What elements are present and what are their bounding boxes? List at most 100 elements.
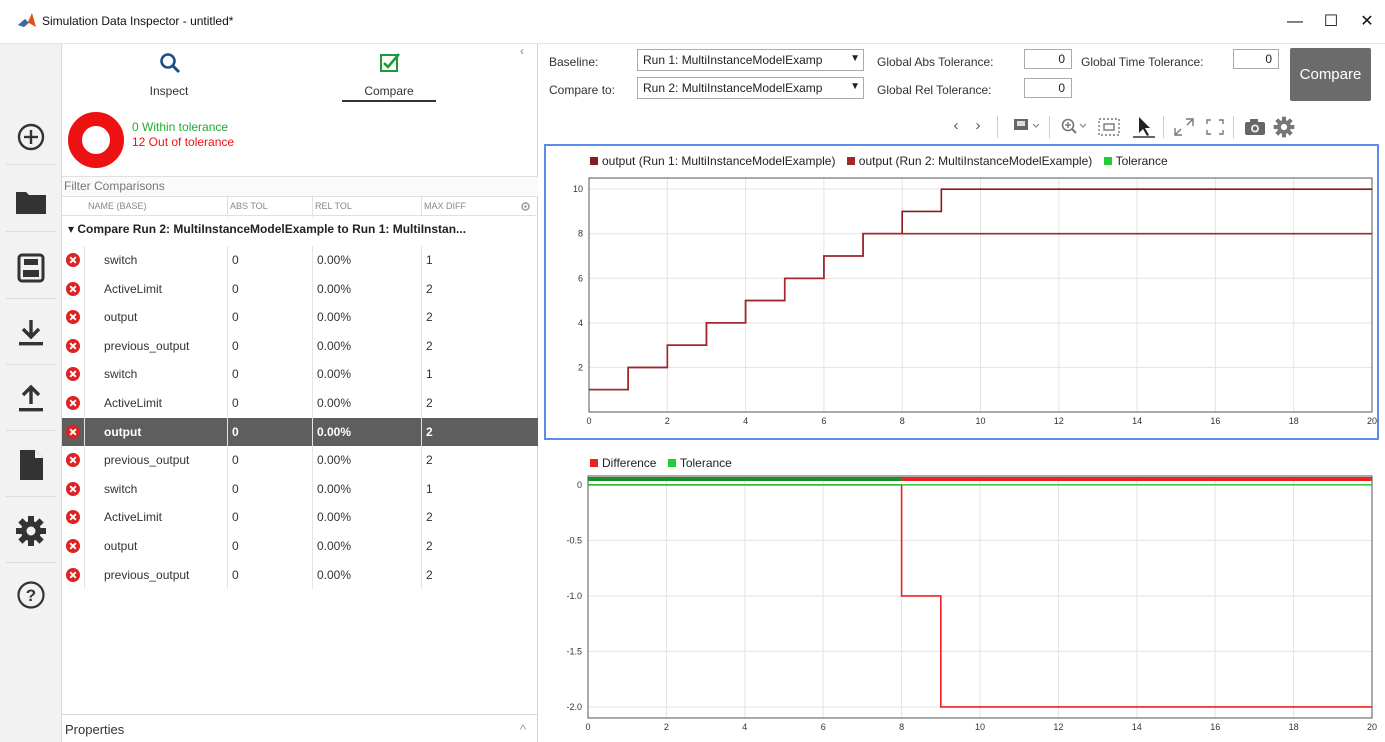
x-tick-label: 6 xyxy=(821,722,826,732)
column-name[interactable]: NAME (BASE) xyxy=(88,201,147,211)
max-diff-value: 2 xyxy=(426,424,433,439)
x-tick-label: 0 xyxy=(585,722,590,732)
zoom-icon[interactable] xyxy=(1059,117,1089,135)
signal-name: previous_output xyxy=(104,567,190,582)
error-status-icon xyxy=(66,453,80,468)
signal-name: output xyxy=(104,424,142,439)
time-tolerance-input[interactable]: 0 xyxy=(1233,49,1279,69)
fit-to-view-icon[interactable] xyxy=(1095,116,1123,138)
table-row[interactable]: previous_output 0 0.00% 2 xyxy=(62,560,538,590)
settings-button[interactable] xyxy=(8,508,54,554)
open-button[interactable] xyxy=(8,179,54,225)
y-tick-label: -0.5 xyxy=(566,535,582,545)
rel-tol-value: 0.00% xyxy=(317,453,352,468)
help-button[interactable]: ? xyxy=(8,572,54,618)
baseline-dropdown[interactable]: Run 1: MultiInstanceModelExamp ▼ xyxy=(637,49,864,71)
tab-compare[interactable]: Compare xyxy=(334,44,444,104)
rel-tol-value: 0.00% xyxy=(317,367,352,382)
settings-icon[interactable] xyxy=(1273,116,1295,138)
table-row[interactable]: switch 0 0.00% 1 xyxy=(62,246,538,275)
rel-tol-value: 0.00% xyxy=(317,538,352,553)
x-tick-label: 4 xyxy=(742,722,747,732)
abs-tol-value: 0 xyxy=(232,567,239,582)
signal-name: previous_output xyxy=(104,453,190,468)
table-row[interactable]: ActiveLimit 0 0.00% 2 xyxy=(62,388,538,418)
abs-tol-value: 0 xyxy=(232,338,239,353)
next-button[interactable]: › xyxy=(969,114,987,138)
camera-icon[interactable] xyxy=(1243,116,1267,138)
rel-tol-value: 0.00% xyxy=(317,510,352,525)
plot-toolbar: ‹ › xyxy=(939,114,1385,140)
mode-tabs: Inspect Compare ‹ xyxy=(62,44,538,106)
rel-tolerance-input[interactable]: 0 xyxy=(1024,78,1072,98)
max-diff-value: 1 xyxy=(426,481,433,496)
y-tick-label: 0 xyxy=(577,480,582,490)
table-row[interactable]: output 0 0.00% 2 xyxy=(62,303,538,332)
search-icon xyxy=(160,53,181,74)
save-icon xyxy=(17,253,45,283)
rel-tol-value: 0.00% xyxy=(317,253,352,267)
compare-to-dropdown[interactable]: Run 2: MultiInstanceModelExamp ▼ xyxy=(637,77,864,99)
abs-tol-value: 0 xyxy=(232,395,239,410)
max-diff-value: 2 xyxy=(426,338,433,353)
rel-tol-value: 0.00% xyxy=(317,281,352,296)
close-button[interactable]: ✕ xyxy=(1352,10,1382,34)
table-row[interactable]: ActiveLimit 0 0.00% 2 xyxy=(62,274,538,304)
signal-plot[interactable]: output (Run 1: MultiInstanceModelExample… xyxy=(544,144,1379,440)
difference-plot[interactable]: Difference Tolerance 0 2 4 6 8 10 12 14 16 18 20 0-… xyxy=(544,448,1379,742)
error-status-icon xyxy=(66,310,80,325)
properties-panel-header[interactable]: Properties ^ xyxy=(62,714,538,742)
title-bar: Simulation Data Inspector - untitled* — … xyxy=(0,0,1385,44)
abs-tolerance-input[interactable]: 0 xyxy=(1024,49,1072,69)
column-rel-tol[interactable]: REL TOL xyxy=(315,201,352,211)
x-tick-label: 12 xyxy=(1054,416,1064,426)
cursor-icon[interactable] xyxy=(1131,115,1157,139)
save-button[interactable] xyxy=(8,245,54,291)
layout-icon[interactable] xyxy=(1011,117,1041,135)
column-settings-icon[interactable] xyxy=(520,201,531,212)
x-tick-label: 4 xyxy=(743,416,748,426)
table-row[interactable]: output 0 0.00% 2 xyxy=(62,531,538,561)
comparison-pane: Inspect Compare ‹ 0 Within tolerance 12 … xyxy=(62,44,538,742)
error-status-icon xyxy=(66,538,80,553)
collapse-pane-button[interactable]: ‹ xyxy=(520,44,524,58)
comparison-group-header[interactable]: ▾ Compare Run 2: MultiInstanceModelExamp… xyxy=(62,216,538,242)
compare-button[interactable]: Compare xyxy=(1290,48,1371,101)
rel-tol-value: 0.00% xyxy=(317,395,352,410)
checkbox-check-icon xyxy=(380,53,400,72)
table-row[interactable]: output 0 0.00% 2 xyxy=(62,417,538,447)
expand-icon[interactable] xyxy=(1171,116,1197,138)
table-row[interactable]: switch 0 0.00% 1 xyxy=(62,360,538,389)
y-tick-label: 10 xyxy=(573,184,583,194)
expand-properties-icon[interactable]: ^ xyxy=(520,722,526,737)
report-button[interactable] xyxy=(8,442,54,488)
x-tick-label: 0 xyxy=(586,416,591,426)
table-row[interactable]: switch 0 0.00% 1 xyxy=(62,474,538,504)
abs-tol-value: 0 xyxy=(232,253,239,267)
rel-tol-value: 0.00% xyxy=(317,338,352,353)
x-tick-label: 6 xyxy=(821,416,826,426)
maximize-button[interactable]: ☐ xyxy=(1316,10,1346,34)
signal-name: switch xyxy=(104,481,138,496)
table-row[interactable]: previous_output 0 0.00% 2 xyxy=(62,446,538,475)
y-tick-label: 4 xyxy=(578,318,583,328)
import-button[interactable] xyxy=(8,310,54,356)
new-button[interactable] xyxy=(8,114,54,160)
expand-arrow-icon: ▾ xyxy=(68,222,78,236)
difference-plot-svg: 0 2 4 6 8 10 12 14 16 18 20 0 -0.5 -1.0 -1.5 -2.0 xyxy=(566,475,1377,732)
filter-comparisons-input[interactable]: Filter Comparisons xyxy=(62,176,538,196)
column-max-diff[interactable]: MAX DIFF xyxy=(424,201,466,211)
x-tick-label: 10 xyxy=(975,722,985,732)
rel-tol-value: 0.00% xyxy=(317,424,352,439)
column-abs-tol[interactable]: ABS TOL xyxy=(230,201,268,211)
signal-name: switch xyxy=(104,367,138,382)
tab-inspect[interactable]: Inspect xyxy=(114,44,224,104)
table-row[interactable]: previous_output 0 0.00% 2 xyxy=(62,331,538,361)
abs-tol-value: 0 xyxy=(232,310,239,325)
minimize-button[interactable]: — xyxy=(1280,10,1310,34)
error-status-icon xyxy=(66,481,80,496)
fullscreen-icon[interactable] xyxy=(1203,116,1227,138)
export-button[interactable] xyxy=(8,376,54,422)
table-row[interactable]: ActiveLimit 0 0.00% 2 xyxy=(62,503,538,532)
previous-button[interactable]: ‹ xyxy=(947,114,965,138)
